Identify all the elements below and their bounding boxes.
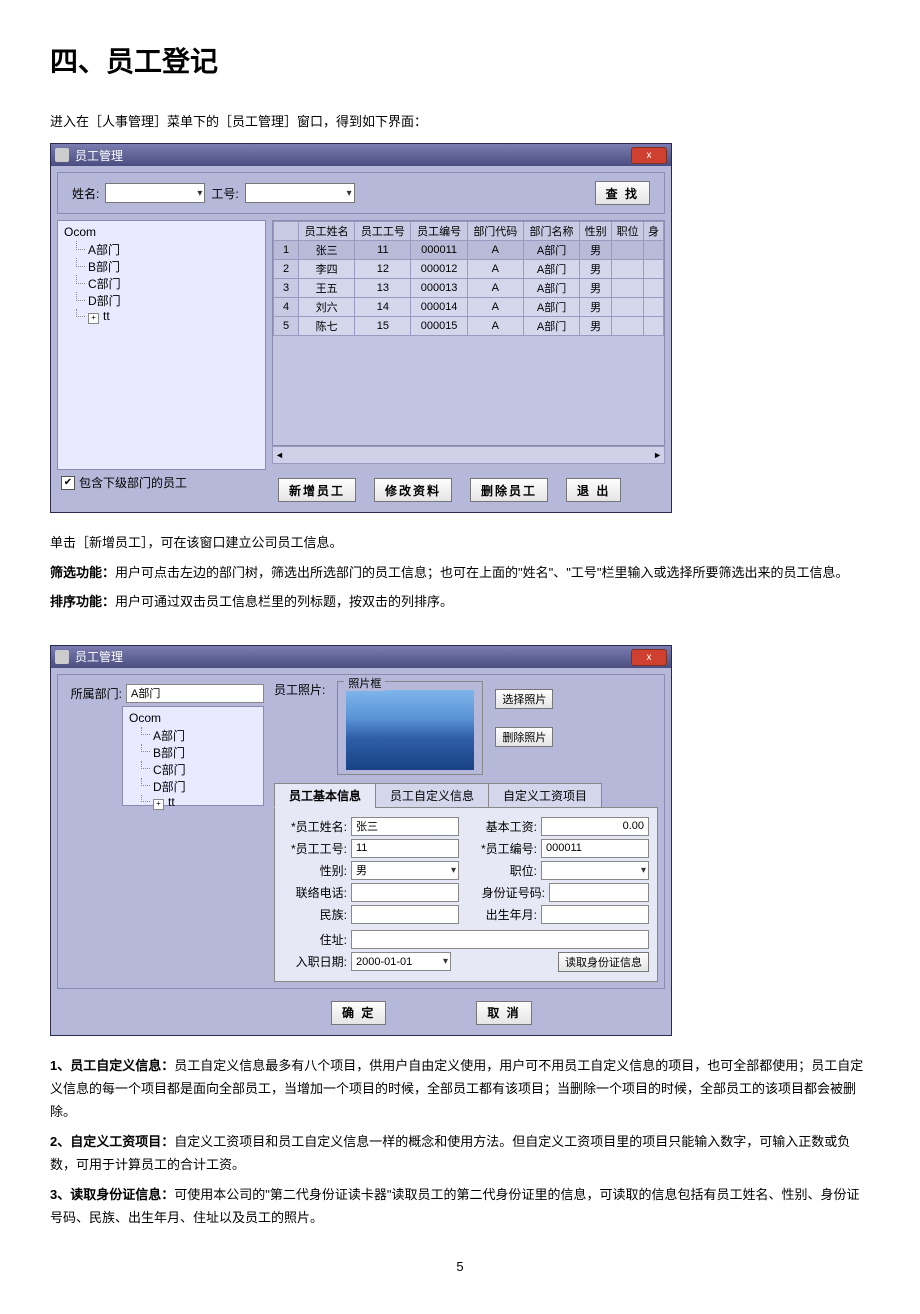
read-idcard-button[interactable]: 读取身份证信息	[558, 952, 649, 972]
tab-salary-items[interactable]: 自定义工资项目	[488, 783, 602, 808]
table-row[interactable]: 5 陈七15 000015A A部门男	[274, 317, 664, 336]
tree-item[interactable]: D部门	[64, 292, 259, 309]
close-button[interactable]: x	[631, 649, 667, 666]
address-field[interactable]	[351, 930, 649, 949]
employee-grid[interactable]: 员工姓名 员工工号 员工编号 部门代码 部门名称 性别 职位 身 1 张三11 …	[272, 220, 665, 446]
tree-item[interactable]: A部门	[64, 241, 259, 258]
table-row[interactable]: 2 李四12 000012A A部门男	[274, 260, 664, 279]
paragraph: 筛选功能：用户可点击左边的部门树，筛选出所选部门的员工信息；也可在上面的"姓名"…	[50, 561, 870, 584]
note: 2、自定义工资项目：自定义工资项目和员工自定义信息一样的概念和使用方法。但自定义…	[50, 1130, 870, 1177]
position-combo[interactable]	[541, 861, 649, 880]
page-number: 5	[50, 1259, 870, 1274]
dept-tree[interactable]: Ocom A部门 B部门 C部门 D部门 +tt	[57, 220, 266, 470]
empcode-field[interactable]: 000011	[541, 839, 649, 858]
ok-button[interactable]: 确 定	[331, 1001, 386, 1025]
col-header[interactable]: 部门名称	[523, 222, 579, 241]
titlebar: 员工管理 x	[51, 646, 671, 668]
exit-button[interactable]: 退 出	[566, 478, 621, 502]
sex-combo[interactable]: 男	[351, 861, 459, 880]
include-sub-label: 包含下级部门的员工	[79, 474, 187, 491]
col-header[interactable]: 部门代码	[467, 222, 523, 241]
intro-text: 进入在［人事管理］菜单下的［员工管理］窗口，得到如下界面：	[50, 110, 870, 133]
photo-image	[346, 690, 474, 770]
employee-mgmt-window: 员工管理 x 姓名: 工号: 查 找 Ocom A部门 B部门 C部门 D部门 …	[50, 143, 672, 513]
employee-edit-window: 员工管理 x 所属部门: A部门 Ocom A部门 B部门 C部门 D部门 +t…	[50, 645, 672, 1036]
photo-label: 员工照片:	[274, 681, 325, 698]
note: 3、读取身份证信息：可使用本公司的"第二代身份证读卡器"读取员工的第二代身份证里…	[50, 1183, 870, 1230]
new-employee-button[interactable]: 新增员工	[278, 478, 356, 502]
table-row[interactable]: 4 刘六14 000014A A部门男	[274, 298, 664, 317]
tree-root[interactable]: Ocom	[64, 225, 259, 239]
salary-field[interactable]: 0.00	[541, 817, 649, 836]
search-button[interactable]: 查 找	[595, 181, 650, 205]
dept-field[interactable]: A部门	[126, 684, 264, 703]
window-title: 员工管理	[75, 648, 123, 665]
horizontal-scrollbar[interactable]: ◄►	[272, 446, 665, 464]
tab-panel: *员工姓名:张三 *员工工号:11 性别:男 联络电话: 民族: 基本工资:0.…	[274, 807, 658, 982]
col-header[interactable]: 职位	[612, 222, 644, 241]
photo-frame: 照片框	[337, 681, 483, 775]
tree-item[interactable]: C部门	[64, 275, 259, 292]
col-header[interactable]: 性别	[580, 222, 612, 241]
paragraph: 排序功能：用户可通过双击员工信息栏里的列标题，按双击的列排序。	[50, 590, 870, 613]
edit-employee-button[interactable]: 修改资料	[374, 478, 452, 502]
cancel-button[interactable]: 取 消	[476, 1001, 531, 1025]
paragraph: 单击［新增员工］，可在该窗口建立公司员工信息。	[50, 531, 870, 554]
col-header[interactable]: 员工姓名	[299, 222, 355, 241]
col-header[interactable]: 身	[644, 222, 664, 241]
empno-field[interactable]: 11	[351, 839, 459, 858]
name-label: 姓名:	[72, 185, 99, 202]
tree-item[interactable]: +tt	[64, 309, 259, 324]
note: 1、员工自定义信息：员工自定义信息最多有八个项目，供用户自由定义使用，用户可不用…	[50, 1054, 870, 1124]
id-label: 工号:	[211, 185, 238, 202]
tab-custom-info[interactable]: 员工自定义信息	[375, 783, 489, 808]
birth-field[interactable]	[541, 905, 649, 924]
name-combo[interactable]	[105, 183, 205, 203]
delete-employee-button[interactable]: 删除员工	[470, 478, 548, 502]
phone-field[interactable]	[351, 883, 459, 902]
table-row[interactable]: 1 张三11 000011A A部门男	[274, 241, 664, 260]
name-field[interactable]: 张三	[351, 817, 459, 836]
page-heading: 四、员工登记	[50, 40, 870, 80]
hiredate-field[interactable]: 2000-01-01	[351, 952, 451, 971]
titlebar: 员工管理 x	[51, 144, 671, 166]
tree-item[interactable]: B部门	[64, 258, 259, 275]
dept-tree-dropdown[interactable]: Ocom A部门 B部门 C部门 D部门 +tt	[122, 706, 264, 806]
window-icon	[55, 650, 69, 664]
id-combo[interactable]	[245, 183, 355, 203]
col-header[interactable]: 员工工号	[355, 222, 411, 241]
window-title: 员工管理	[75, 147, 123, 164]
include-sub-checkbox[interactable]: ✔	[61, 476, 75, 490]
delete-photo-button[interactable]: 删除照片	[495, 727, 553, 747]
idno-field[interactable]	[549, 883, 649, 902]
tab-basic-info[interactable]: 员工基本信息	[274, 783, 376, 808]
nation-field[interactable]	[351, 905, 459, 924]
col-header[interactable]: 员工编号	[411, 222, 467, 241]
select-photo-button[interactable]: 选择照片	[495, 689, 553, 709]
table-row[interactable]: 3 王五13 000013A A部门男	[274, 279, 664, 298]
close-button[interactable]: x	[631, 147, 667, 164]
window-icon	[55, 148, 69, 162]
dept-label: 所属部门:	[64, 685, 126, 702]
